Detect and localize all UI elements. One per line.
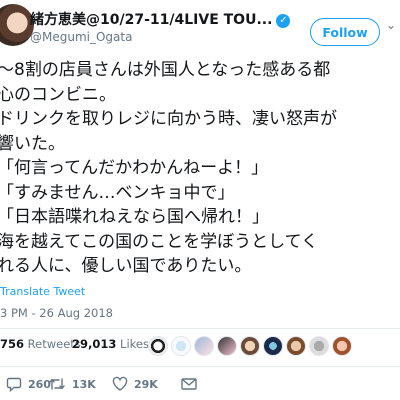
tweet-text: 〜8割の店員さんは外国人となった感ある都 心のコンビニ。 ドリンクを取りレジに向… [0,58,400,279]
likes-label: Likes [120,337,149,351]
liker-avatar[interactable] [332,336,352,356]
liker-avatar[interactable] [148,336,168,356]
divider [0,366,400,367]
tweet-line: 「すみません…ベンキョ中で」 [0,182,235,203]
tweet-actions: 260 13K 29K [0,372,400,396]
liker-avatar[interactable] [194,336,214,356]
tweet-line: 〜8割の店員さんは外国人となった感ある都 [0,60,331,80]
divider [0,328,400,329]
reply-button[interactable]: 260 [6,372,51,396]
direct-message-button[interactable] [180,372,204,396]
display-name[interactable]: 緒方恵美@10/27-11/4LIVE TOU... [30,12,272,28]
liker-avatar[interactable] [309,336,329,356]
tweet-line: 心のコンビニ。 [0,84,116,105]
liker-avatar[interactable] [217,336,237,356]
heart-icon [112,376,128,391]
user-handle[interactable]: @Megumi_Ogata [30,30,132,44]
tweet-stats: 756 Retweets 29,013 Likes [0,337,149,357]
retweets-stat[interactable]: 756 Retweets [0,337,81,351]
avatar[interactable] [0,4,34,46]
name-row: 緒方恵美@10/27-11/4LIVE TOU... ✓ [30,9,330,29]
retweet-count: 13K [72,377,96,391]
tweet-line: 響いた。 [0,133,65,154]
tweet-line: れる人に、優しい国でありたい。 [0,256,252,276]
tweet-line: 「何言ってんだかわかんねーよ！」 [0,158,269,178]
like-count: 29K [134,377,158,391]
retweets-count: 756 [0,337,25,351]
tweet-line: ドリンクを取りレジに向かう時、凄い怒声が [0,109,337,129]
follow-button[interactable]: Follow [310,18,380,46]
retweet-icon [49,378,65,390]
liker-avatar[interactable] [240,336,260,356]
translate-tweet-link[interactable]: Translate Tweet [0,285,85,298]
liker-avatar[interactable] [171,336,191,356]
liker-avatar[interactable] [286,336,306,356]
tweet-line: 海を越えてこの国のことを学ぼうとしてく [0,231,319,252]
likes-count: 29,013 [72,337,117,351]
liker-avatar[interactable] [263,336,283,356]
like-button[interactable]: 29K [112,372,158,396]
tweet-line: 「日本語喋れねえなら国へ帰れ！」 [0,207,269,227]
retweet-button[interactable]: 13K [48,372,96,396]
reply-icon [6,377,22,392]
envelope-icon [181,378,197,390]
verified-badge-icon: ✓ [276,14,291,28]
tweet-timestamp[interactable]: 3 PM - 26 Aug 2018 [0,306,113,320]
likes-stat[interactable]: 29,013 Likes [72,337,149,351]
chevron-down-icon[interactable]: ⌄ [386,18,396,32]
tweet-header: 緒方恵美@10/27-11/4LIVE TOU... ✓ @Megumi_Ogat… [0,0,400,46]
